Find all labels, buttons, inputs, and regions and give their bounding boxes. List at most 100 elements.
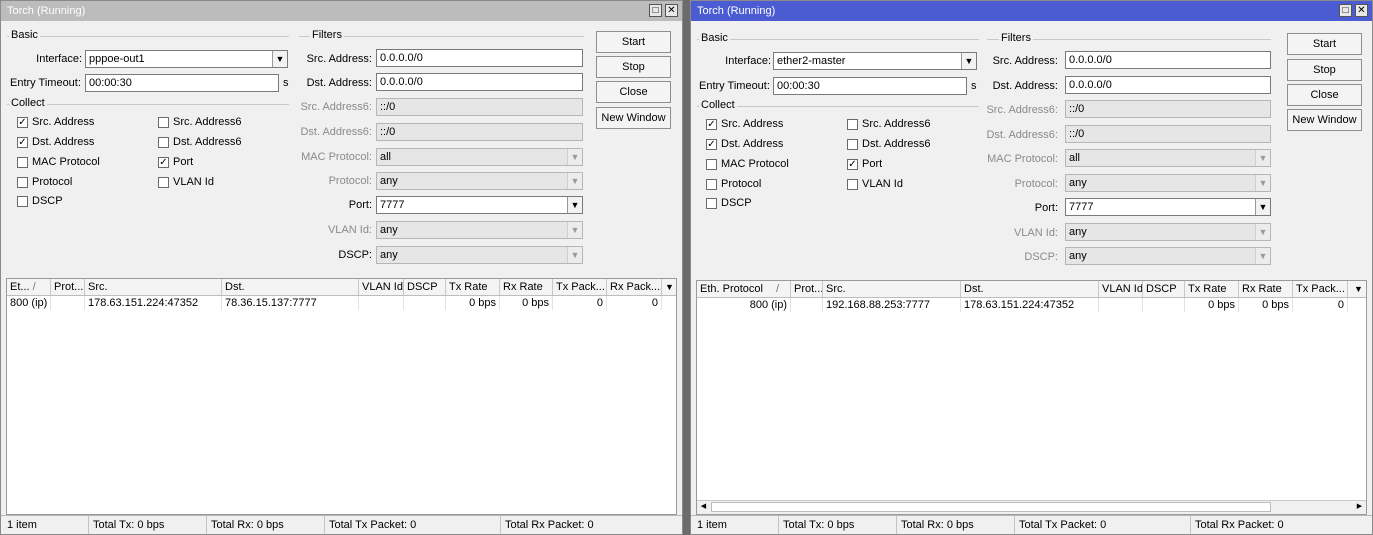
status-item-count: 1 item (693, 516, 779, 534)
collect-dst-address6-checkbox[interactable]: Dst. Address6 (158, 136, 241, 148)
filter-src-address6-label: Src. Address6: (300, 101, 372, 113)
col-eth-protocol[interactable]: Eth. Protocol / (697, 281, 791, 297)
collect-vlan-id-checkbox[interactable]: VLAN Id (158, 176, 214, 188)
filter-dst-address6-label: Dst. Address6: (986, 129, 1058, 141)
filter-protocol-select: any ▼ (376, 172, 583, 190)
entry-timeout-input[interactable]: 00:00:30 (85, 74, 279, 92)
collect-protocol-checkbox[interactable]: Protocol (706, 178, 761, 190)
col-tx-packets[interactable]: Tx Pack... (553, 279, 607, 295)
collect-protocol-checkbox[interactable]: Protocol (17, 176, 72, 188)
dropdown-arrow-icon[interactable]: ▼ (567, 197, 582, 213)
interface-label: Interface: (36, 53, 82, 65)
collect-src-address-checkbox[interactable]: ✓ Src. Address (706, 118, 783, 130)
filter-port-select[interactable]: 7777 ▼ (376, 196, 583, 214)
col-src[interactable]: Src. (823, 281, 961, 297)
title-bar[interactable]: Torch (Running) □ ✕ (691, 1, 1372, 21)
columns-menu-icon[interactable]: ▼ (662, 279, 676, 295)
col-tx-rate[interactable]: Tx Rate (446, 279, 500, 295)
dropdown-arrow-icon: ▼ (567, 247, 582, 263)
collect-port-checkbox[interactable]: ✓ Port (847, 158, 882, 170)
col-protocol[interactable]: Prot... (51, 279, 85, 295)
collect-src-address6-checkbox[interactable]: Src. Address6 (847, 118, 930, 130)
collect-src-address-checkbox[interactable]: ✓ Src. Address (17, 116, 94, 128)
interface-value: ether2-master (777, 55, 846, 67)
filter-vlan-id-label: VLAN Id: (1013, 227, 1058, 239)
interface-select[interactable]: ether2-master ▼ (773, 52, 977, 70)
col-protocol[interactable]: Prot... (791, 281, 823, 297)
filter-dst-address-input[interactable]: 0.0.0.0/0 (376, 73, 583, 91)
filter-port-select[interactable]: 7777 ▼ (1065, 198, 1271, 216)
stop-button[interactable]: Stop (1287, 59, 1362, 81)
filter-vlan-id-select: any ▼ (376, 221, 583, 239)
filter-src-address-input[interactable]: 0.0.0.0/0 (376, 49, 583, 67)
collect-port-checkbox[interactable]: ✓ Port (158, 156, 193, 168)
filter-port-label: Port: (1034, 202, 1058, 214)
collect-dscp-checkbox[interactable]: DSCP (17, 195, 63, 207)
col-vlan-id[interactable]: VLAN Id (359, 279, 404, 295)
interface-select[interactable]: pppoe-out1 ▼ (85, 50, 288, 68)
stop-button[interactable]: Stop (596, 56, 671, 78)
status-total-tx: Total Tx: 0 bps (779, 516, 897, 534)
dropdown-arrow-icon[interactable]: ▼ (272, 51, 287, 67)
restore-icon[interactable]: □ (1339, 4, 1352, 17)
filter-dst-address-label: Dst. Address: (306, 77, 372, 89)
filter-dscp-label: DSCP: (338, 249, 372, 261)
col-dscp[interactable]: DSCP (1143, 281, 1185, 297)
status-item-count: 1 item (3, 516, 89, 534)
col-dscp[interactable]: DSCP (404, 279, 446, 295)
col-rx-rate[interactable]: Rx Rate (1239, 281, 1293, 297)
filter-src-address-input[interactable]: 0.0.0.0/0 (1065, 51, 1271, 69)
start-button[interactable]: Start (596, 31, 671, 53)
collect-vlan-id-checkbox[interactable]: VLAN Id (847, 178, 903, 190)
new-window-button[interactable]: New Window (1287, 109, 1362, 131)
dropdown-arrow-icon[interactable]: ▼ (961, 53, 976, 69)
col-dst[interactable]: Dst. (961, 281, 1099, 297)
new-window-button[interactable]: New Window (596, 107, 671, 129)
title-bar[interactable]: Torch (Running) □ ✕ (1, 1, 682, 21)
col-tx-rate[interactable]: Tx Rate (1185, 281, 1239, 297)
filter-dst-address6-input: ::/0 (376, 123, 583, 141)
filter-dst-address6-input: ::/0 (1065, 125, 1271, 143)
col-src[interactable]: Src. (85, 279, 222, 295)
horizontal-scrollbar[interactable]: ◀ ▶ (697, 500, 1366, 514)
status-bar: 1 item Total Tx: 0 bps Total Rx: 0 bps T… (691, 515, 1372, 534)
check-icon: ✓ (158, 156, 169, 168)
close-button[interactable]: Close (1287, 84, 1362, 106)
scrollbar-thumb[interactable] (711, 502, 1271, 512)
collect-dscp-checkbox[interactable]: DSCP (706, 197, 752, 209)
entry-timeout-unit: s (971, 80, 977, 92)
status-total-rx-packet: Total Rx Packet: 0 (505, 519, 594, 531)
dropdown-arrow-icon: ▼ (567, 222, 582, 238)
collect-dst-address-checkbox[interactable]: ✓ Dst. Address (17, 136, 94, 148)
collect-dst-address6-checkbox[interactable]: Dst. Address6 (847, 138, 930, 150)
entry-timeout-input[interactable]: 00:00:30 (773, 77, 967, 95)
filter-dst-address-label: Dst. Address: (992, 80, 1058, 92)
collect-group-label: Collect (9, 97, 47, 109)
close-icon[interactable]: ✕ (1355, 4, 1368, 17)
collect-mac-protocol-checkbox[interactable]: MAC Protocol (17, 156, 100, 168)
columns-menu-icon[interactable]: ▼ (1350, 281, 1366, 297)
start-button[interactable]: Start (1287, 33, 1362, 55)
collect-dst-address-checkbox[interactable]: ✓ Dst. Address (706, 138, 783, 150)
collect-mac-protocol-checkbox[interactable]: MAC Protocol (706, 158, 789, 170)
col-rx-rate[interactable]: Rx Rate (500, 279, 553, 295)
col-dst[interactable]: Dst. (222, 279, 359, 295)
close-button[interactable]: Close (596, 81, 671, 103)
dropdown-arrow-icon: ▼ (1255, 150, 1270, 166)
col-vlan-id[interactable]: VLAN Id (1099, 281, 1143, 297)
filter-dst-address-input[interactable]: 0.0.0.0/0 (1065, 76, 1271, 94)
basic-group-line (697, 39, 979, 40)
col-rx-packets[interactable]: Rx Pack... (607, 279, 662, 295)
restore-icon[interactable]: □ (649, 4, 662, 17)
scroll-right-icon[interactable]: ▶ (1353, 501, 1366, 513)
col-tx-packets[interactable]: Tx Pack... (1293, 281, 1348, 297)
status-total-tx: Total Tx: 0 bps (89, 516, 207, 534)
dropdown-arrow-icon[interactable]: ▼ (1255, 199, 1270, 215)
col-eth-protocol[interactable]: Et... / (7, 279, 51, 295)
basic-group-label: Basic (699, 32, 730, 44)
scroll-left-icon[interactable]: ◀ (697, 501, 710, 513)
close-icon[interactable]: ✕ (665, 4, 678, 17)
collect-src-address6-checkbox[interactable]: Src. Address6 (158, 116, 241, 128)
check-icon: ✓ (706, 138, 717, 150)
window-title: Torch (Running) (7, 5, 86, 17)
